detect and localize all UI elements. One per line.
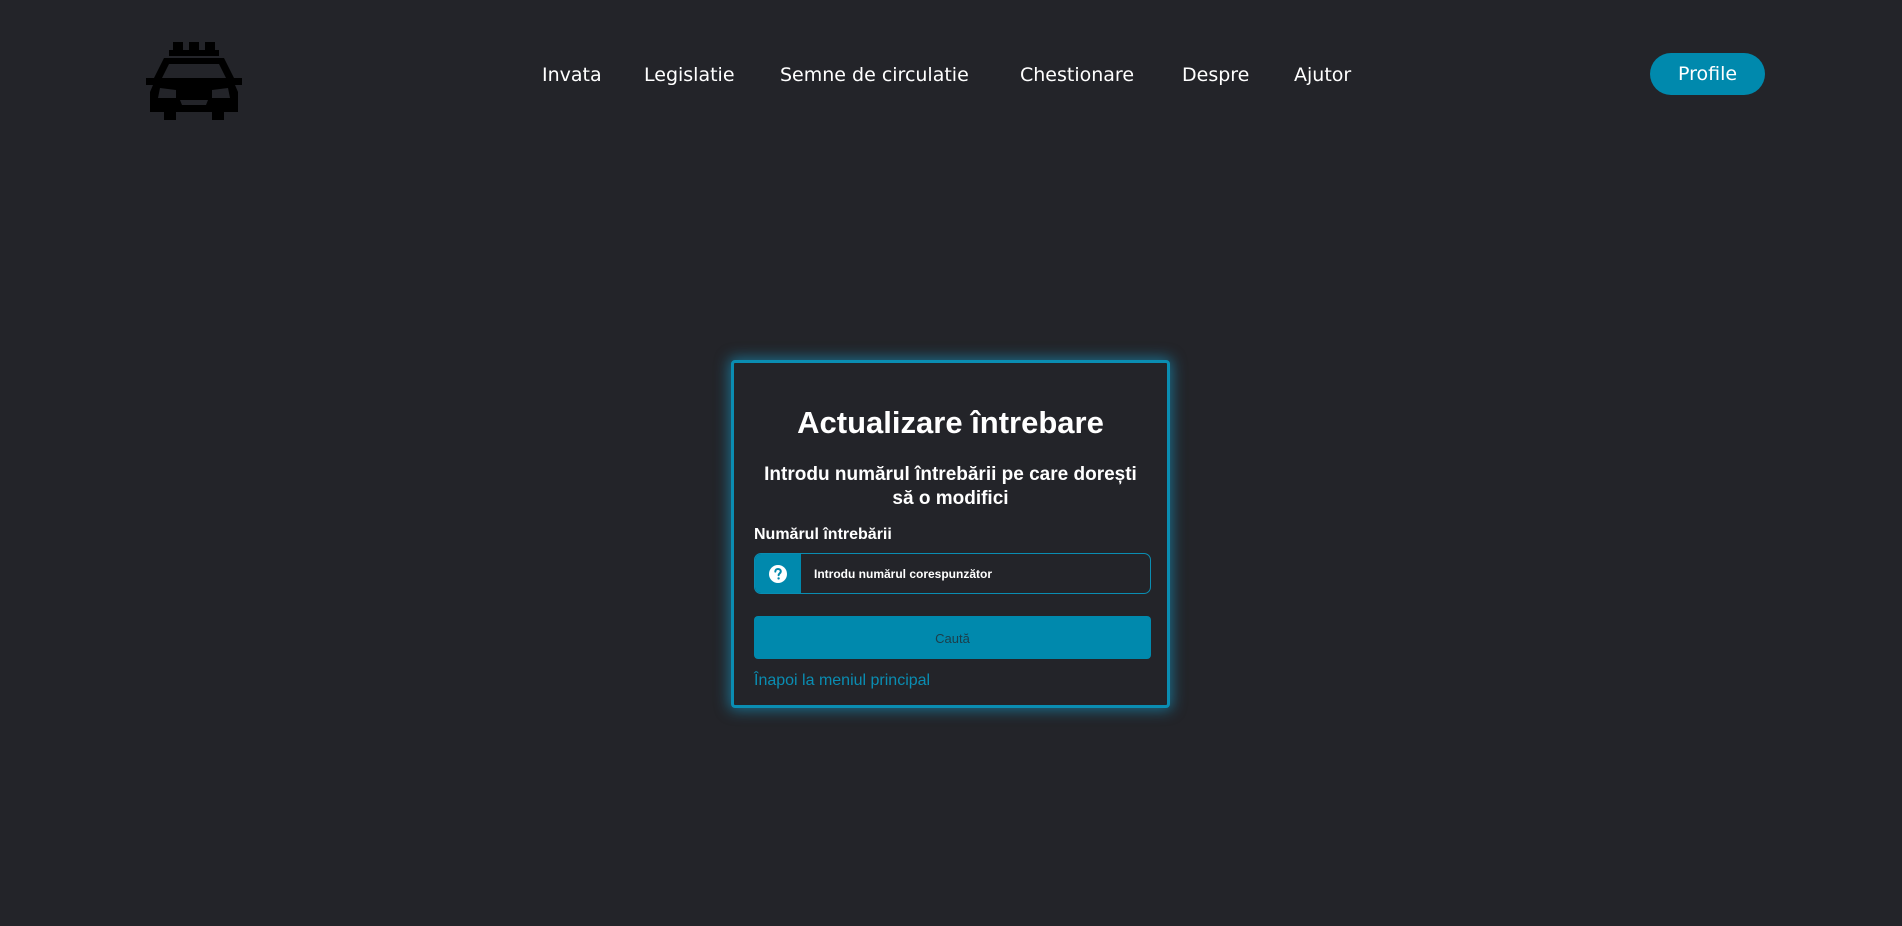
nav-item-despre[interactable]: Despre (1182, 60, 1249, 90)
nav-item-legislatie[interactable]: Legislatie (644, 60, 735, 90)
question-circle-icon (769, 565, 787, 583)
question-number-label: Numărul întrebării (754, 526, 892, 543)
card-title: Actualizare întrebare (797, 405, 1104, 440)
page: Invata Legislatie Semne de circulatie Ch… (0, 0, 1902, 926)
update-question-card: Actualizare întrebare Introdu numărul în… (731, 360, 1170, 708)
question-number-input-group (754, 553, 1151, 594)
question-number-input[interactable] (801, 554, 1150, 593)
main-nav: Invata Legislatie Semne de circulatie Ch… (0, 60, 1902, 90)
nav-item-semne-de-circulatie[interactable]: Semne de circulatie (780, 60, 969, 90)
card-subtitle: Introdu numărul întrebării pe care doreș… (764, 464, 1137, 509)
back-to-main-menu-link[interactable]: Înapoi la meniul principal (754, 671, 930, 691)
input-addon (755, 554, 801, 593)
nav-item-ajutor[interactable]: Ajutor (1294, 60, 1351, 90)
nav-item-chestionare[interactable]: Chestionare (1020, 60, 1134, 90)
search-button[interactable]: Caută (754, 616, 1151, 659)
profile-button[interactable]: Profile (1650, 53, 1765, 95)
nav-item-invata[interactable]: Invata (542, 60, 602, 90)
